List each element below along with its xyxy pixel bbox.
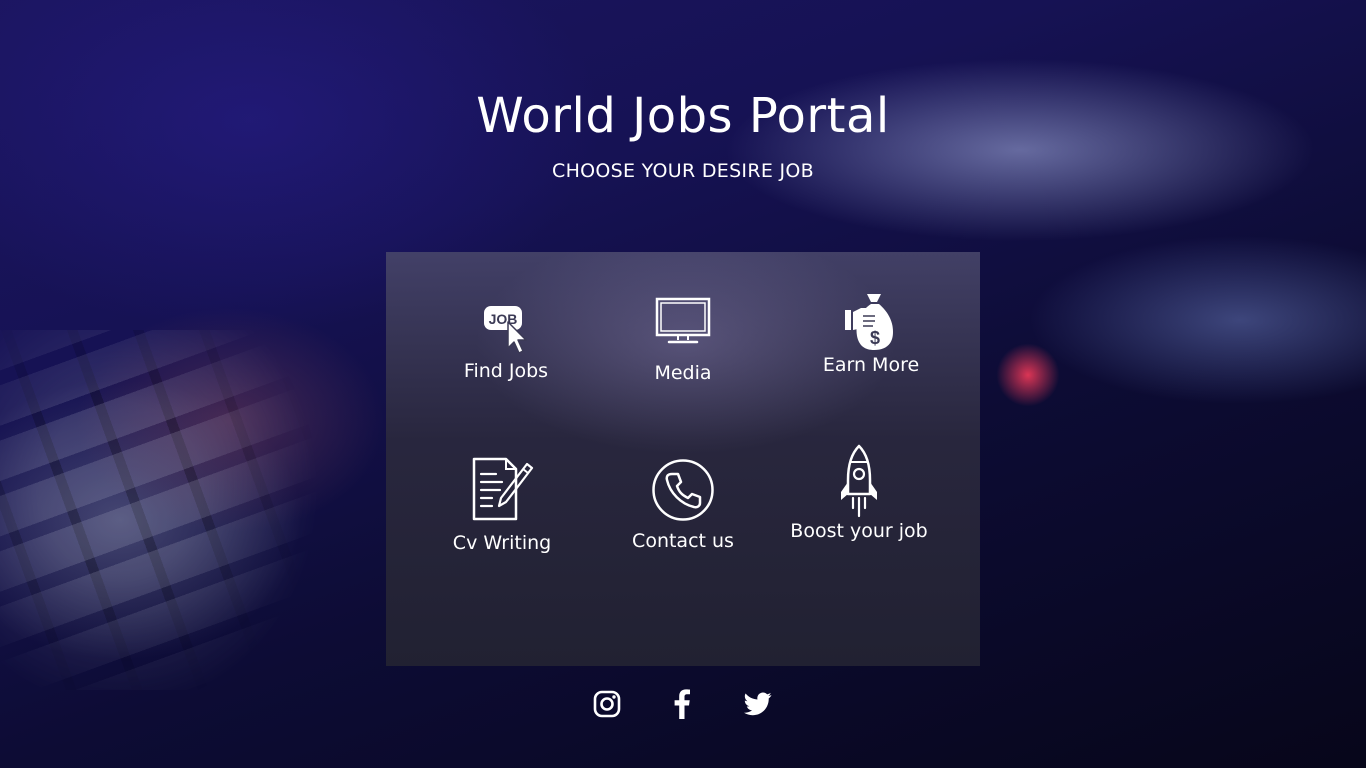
menu-item-label: Earn More [822, 354, 920, 376]
money-bag-hand-icon: $ [845, 294, 893, 350]
page-subtitle: CHOOSE YOUR DESIRE JOB [552, 160, 814, 182]
facebook-link[interactable] [666, 688, 698, 720]
rocket-icon [841, 444, 877, 518]
menu-item-label: Contact us [632, 530, 734, 552]
document-pen-icon [472, 457, 534, 521]
menu-item-boost-your-job[interactable]: Boost your job [784, 444, 934, 542]
twitter-link[interactable] [742, 688, 774, 720]
monitor-icon [655, 297, 711, 344]
menu-item-earn-more[interactable]: $ Earn More [811, 290, 931, 376]
instagram-link[interactable] [591, 688, 623, 720]
menu-item-label: Find Jobs [463, 360, 549, 382]
twitter-icon [744, 692, 772, 716]
svg-text:JOB: JOB [489, 311, 518, 327]
page-title: World Jobs Portal [476, 88, 890, 144]
menu-item-media[interactable]: Media [633, 296, 733, 384]
menu-item-label: Boost your job [790, 520, 928, 542]
svg-text:$: $ [870, 328, 880, 348]
menu-item-label: Media [654, 362, 712, 384]
keyboard-background [0, 330, 360, 690]
phone-icon [652, 459, 714, 521]
facebook-icon [674, 689, 690, 719]
menu-item-contact-us[interactable]: Contact us [623, 458, 743, 552]
menu-item-find-jobs[interactable]: JOB Find Jobs [456, 302, 556, 382]
menu-panel: JOB Find Jobs Media $ Earn More Cv Writi… [386, 252, 980, 666]
menu-item-cv-writing[interactable]: Cv Writing [442, 456, 562, 554]
job-cursor-icon: JOB [484, 306, 527, 354]
instagram-icon [593, 690, 621, 718]
menu-item-label: Cv Writing [452, 532, 552, 554]
